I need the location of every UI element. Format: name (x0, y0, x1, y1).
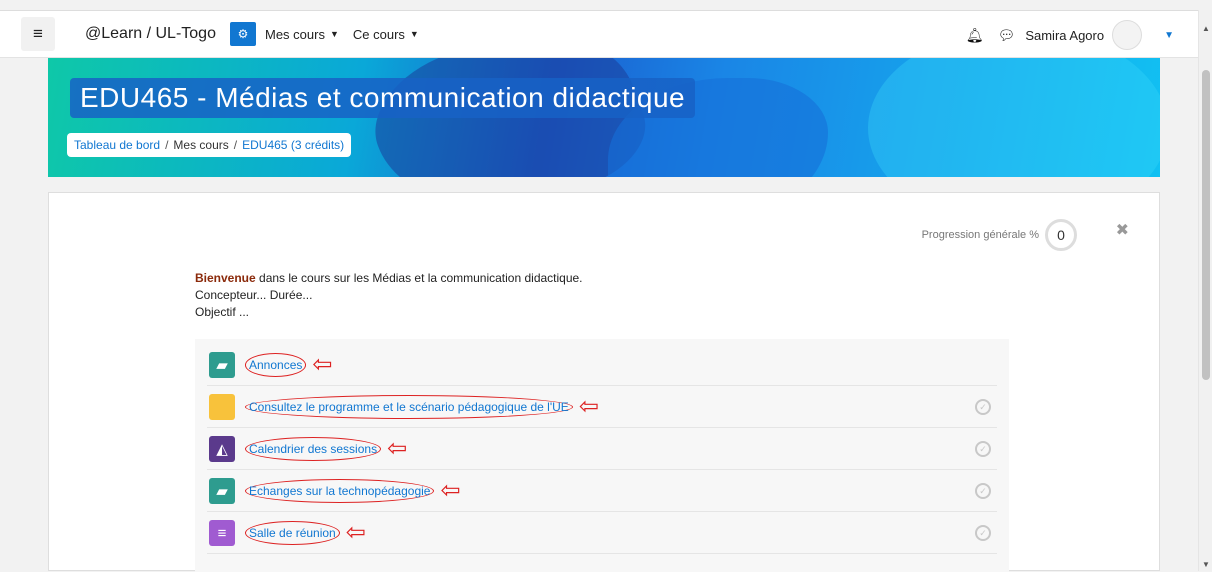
activity-program: Consultez le programme et le scénario pé… (207, 387, 997, 428)
activity-link-calendar[interactable]: Calendrier des sessions (245, 437, 382, 461)
summary-line-3: Objectif ... (195, 305, 250, 319)
forum-icon: ▰ (209, 478, 235, 504)
top-navbar: ≡ @Learn / UL-Togo ⚙ Mes cours ▼ Ce cour… (0, 10, 1198, 58)
close-icon[interactable]: ✖ (1116, 220, 1129, 240)
caret-down-icon: ▼ (329, 29, 339, 39)
activity-meeting-room: ≡ Salle de réunion ⇦ ✓ (207, 513, 997, 554)
this-course-menu[interactable]: Ce cours ▼ (353, 27, 419, 42)
forum-icon: ▰ (209, 352, 235, 378)
hamburger-icon: ≡ (33, 24, 43, 43)
progress-circle: 0 (1045, 219, 1077, 251)
breadcrumb-dashboard[interactable]: Tableau de bord (74, 138, 160, 152)
left-arrow-icon: ⇦ (578, 393, 599, 420)
cogs-button[interactable]: ⚙ (229, 22, 256, 46)
activity-exchanges: ▰ Echanges sur la technopédagogie ⇦ ✓ (207, 471, 997, 512)
completion-check-icon[interactable]: ✓ (975, 441, 991, 457)
avatar[interactable] (1112, 20, 1143, 50)
left-arrow-icon: ⇦ (345, 519, 366, 546)
activity-link-program[interactable]: Consultez le programme et le scénario pé… (245, 395, 573, 419)
completion-check-icon[interactable]: ✓ (975, 483, 991, 499)
completion-check-icon[interactable]: ✓ (975, 525, 991, 541)
caret-down-icon: ▼ (409, 29, 419, 39)
course-summary: Bienvenue dans le cours sur les Médias e… (195, 270, 583, 321)
course-header-banner: EDU465 - Médias et communication didacti… (48, 58, 1160, 177)
course-content-card: Progression générale % 0 ✖ Bienvenue dan… (48, 192, 1160, 572)
left-arrow-icon: ⇦ (440, 477, 461, 504)
page-title: EDU465 - Médias et communication didacti… (70, 78, 696, 118)
left-arrow-icon: ⇦ (387, 435, 408, 462)
user-menu-caret-icon[interactable]: ▼ (1164, 30, 1174, 41)
welcome-word: Bienvenue (195, 271, 256, 285)
progress-label: Progression générale % (921, 229, 1039, 241)
this-course-label: Ce cours (352, 26, 405, 42)
activity-link-meeting-room[interactable]: Salle de réunion (245, 521, 340, 545)
my-courses-label: Mes cours (264, 26, 325, 42)
activity-calendar: ◭ Calendrier des sessions ⇦ ✓ (207, 429, 997, 470)
left-arrow-icon: ⇦ (312, 351, 333, 378)
menu-toggle-button[interactable]: ≡ (21, 17, 55, 51)
breadcrumb: Tableau de bord / Mes cours / EDU465 (3 … (67, 133, 352, 157)
scroll-thumb[interactable] (1202, 70, 1210, 380)
message-icon[interactable]: 💬︎ (998, 27, 1016, 44)
activity-link-exchanges[interactable]: Echanges sur la technopédagogie (245, 479, 435, 503)
scroll-down-icon[interactable]: ▼ (1202, 560, 1210, 569)
completion-check-icon[interactable]: ✓ (975, 399, 991, 415)
vertical-scrollbar[interactable]: ▲ ▼ (1198, 10, 1212, 571)
welcome-text: dans le cours sur les Médias et la commu… (255, 271, 583, 285)
user-name[interactable]: Samira Agoro (1025, 28, 1104, 43)
my-courses-menu[interactable]: Mes cours ▼ (265, 27, 339, 42)
folder-icon (209, 394, 235, 420)
site-name-link[interactable]: @Learn / UL-Togo (85, 25, 216, 43)
activity-announcements: ▰ Annonces ⇦ (207, 345, 997, 386)
chat-icon: ≡ (209, 520, 235, 546)
image-icon: ◭ (209, 436, 235, 462)
bell-icon[interactable]: 🔔︎ (966, 27, 984, 44)
breadcrumb-my-courses[interactable]: Mes cours (173, 138, 228, 152)
overall-progress: Progression générale % 0 (922, 219, 1077, 251)
scroll-up-icon[interactable]: ▲ (1202, 24, 1210, 33)
breadcrumb-course[interactable]: EDU465 (3 crédits) (242, 138, 344, 152)
summary-line-2: Concepteur... Durée... (195, 288, 313, 302)
activity-list: ▰ Annonces ⇦ Consultez le programme et l… (195, 339, 1009, 572)
activity-link-announcements[interactable]: Annonces (245, 353, 307, 377)
cogs-icon: ⚙ (237, 27, 249, 41)
